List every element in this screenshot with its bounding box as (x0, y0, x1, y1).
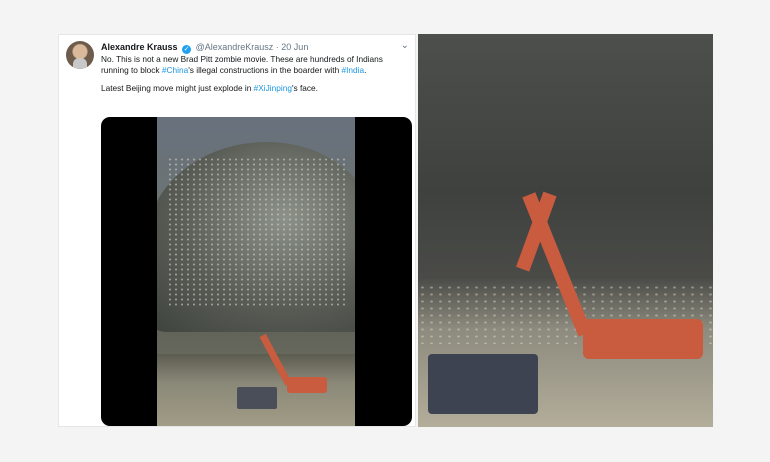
avatar[interactable] (66, 41, 94, 69)
hashtag-china[interactable]: #China (162, 65, 188, 75)
text-segment: 's illegal constructions in the boarder … (188, 65, 342, 75)
verified-badge-icon: ✓ (182, 45, 192, 54)
hashtag-xijinping[interactable]: #XiJinping (254, 83, 292, 93)
text-segment: 's face. (291, 83, 318, 93)
separator: · (275, 42, 279, 52)
excavator (287, 377, 327, 393)
hashtag-india[interactable]: #India (342, 65, 365, 75)
crowd (167, 157, 347, 307)
video-frame (157, 117, 355, 426)
tweet-date[interactable]: 20 Jun (281, 42, 308, 52)
tweet-header: Alexandre Krauss ✓ @AlexandreKrausz · 20… (101, 42, 308, 54)
text-segment: . (364, 65, 367, 75)
enlarged-photo (418, 34, 713, 427)
author-name[interactable]: Alexandre Krauss (101, 42, 178, 52)
tweet-card: Alexandre Krauss ✓ @AlexandreKrausz · 20… (58, 34, 416, 427)
text-segment: Latest Beijing move might just explode i… (101, 83, 254, 93)
truck (237, 387, 277, 409)
chevron-down-icon[interactable]: ⌄ (401, 40, 409, 51)
author-handle[interactable]: @AlexandreKrausz (196, 42, 274, 52)
truck (428, 354, 538, 414)
excavator (583, 319, 703, 359)
tweet-video[interactable] (101, 117, 412, 426)
tweet-text: No. This is not a new Brad Pitt zombie m… (101, 54, 407, 101)
tweet-paragraph-2: Latest Beijing move might just explode i… (101, 83, 407, 94)
tweet-paragraph-1: No. This is not a new Brad Pitt zombie m… (101, 54, 407, 76)
